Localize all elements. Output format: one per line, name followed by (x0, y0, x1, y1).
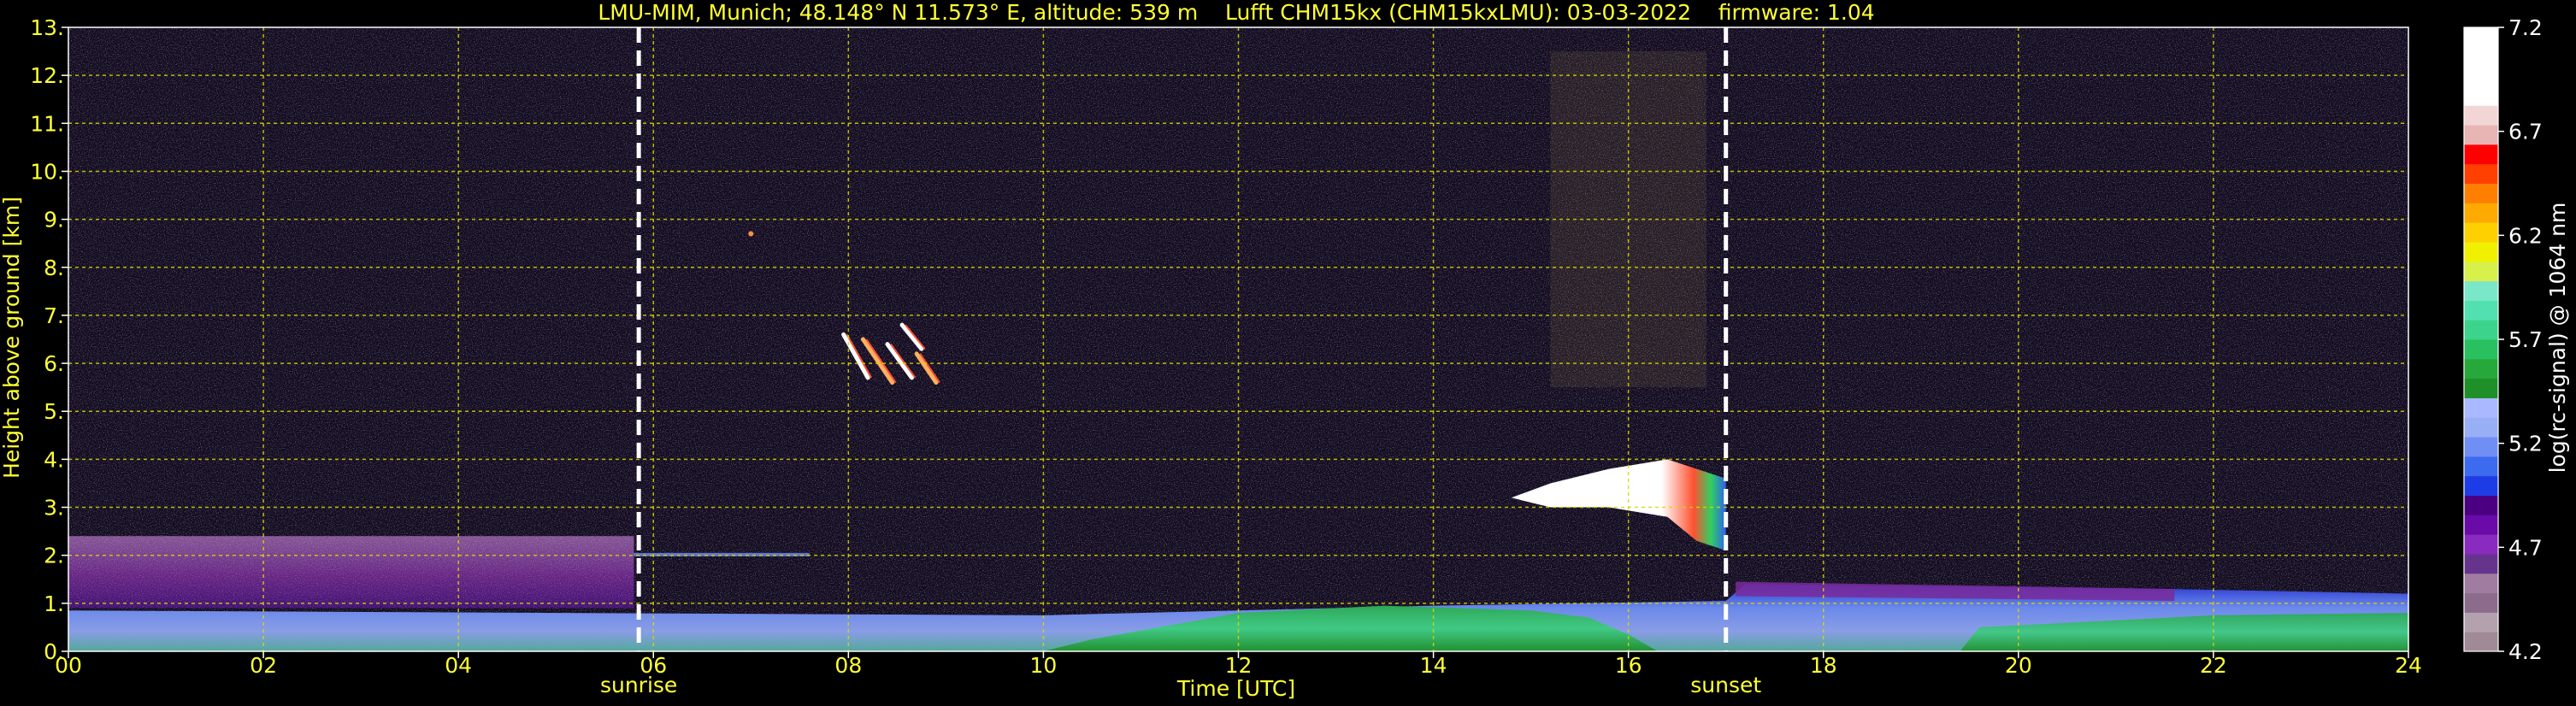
colorbar-segment (2464, 417, 2498, 438)
colorbar-segment (2464, 378, 2498, 398)
x-tick-label: 08 (834, 653, 862, 678)
colorbar-tick-label: 6.2 (2508, 223, 2543, 248)
colorbar-segment (2464, 46, 2498, 68)
colorbar-segment (2464, 573, 2498, 594)
x-tick-label: 06 (640, 653, 667, 678)
colorbar-segment (2464, 85, 2498, 106)
x-axis-label: Time [UTC] (1176, 676, 1295, 701)
colorbar-segment (2464, 27, 2498, 48)
colorbar-segment (2464, 280, 2498, 301)
y-tick-label: 7. (44, 303, 64, 328)
y-tick-label: 0. (44, 639, 64, 664)
colorbar-tick-label: 6.7 (2508, 120, 2543, 144)
colorbar-segment (2464, 222, 2498, 243)
x-tick-label: 24 (2395, 653, 2422, 678)
y-axis-label: Height above ground [km] (0, 197, 24, 479)
colorbar-segment (2464, 241, 2498, 262)
x-tick-label: 16 (1615, 653, 1642, 678)
y-tick-label: 12. (30, 63, 64, 88)
colorbar-tick-label: 5.7 (2508, 327, 2543, 352)
colorbar-segment (2464, 592, 2498, 613)
colorbar-segment (2464, 183, 2498, 203)
x-tick-label: 10 (1030, 653, 1058, 678)
colorbar-segment (2464, 125, 2498, 145)
colorbar-tick-label: 7.2 (2508, 15, 2543, 40)
y-tick-label: 5. (44, 399, 64, 424)
colorbar-segment (2464, 203, 2498, 223)
colorbar-segment (2464, 397, 2498, 418)
y-tick-label: 1. (44, 591, 64, 616)
y-tick-label: 9. (44, 208, 64, 232)
y-tick-label: 3. (44, 496, 64, 521)
colorbar-segment (2464, 456, 2498, 477)
colorbar-segment (2464, 534, 2498, 555)
y-tick-label: 6. (44, 351, 64, 376)
lidar-chart: sunrise sunset 00 02 04 06 08 10 12 14 16 18 20 22 24… (0, 0, 2570, 701)
x-tick-label: 12 (1225, 653, 1253, 678)
y-tick-label: 13. (30, 15, 64, 40)
colorbar-segment (2464, 632, 2498, 652)
colorbar-segment (2464, 515, 2498, 535)
colorbar-tick-label: 5.2 (2508, 432, 2543, 456)
colorbar-tick-label: 4.2 (2508, 639, 2543, 664)
x-tick-label: 22 (2200, 653, 2227, 678)
y-tick-label: 8. (44, 256, 64, 280)
chart-title: LMU-MIM, Munich; 48.148° N 11.573° E, al… (598, 0, 1874, 25)
colorbar-segment (2464, 437, 2498, 457)
y-tick-label: 4. (44, 447, 64, 472)
colorbar-segment (2464, 163, 2498, 184)
x-tick-label: 20 (2005, 653, 2032, 678)
colorbar-segment (2464, 105, 2498, 126)
colorbar-segment (2464, 320, 2498, 340)
colorbar-tick-label: 4.7 (2508, 535, 2543, 560)
sunset-label: sunset (1690, 673, 1761, 697)
x-tick-label: 14 (1420, 653, 1447, 678)
colorbar-label: log(rc-signal) @ 1064 nm (2545, 203, 2570, 474)
colorbar-segment (2464, 612, 2498, 632)
colorbar: 4.2 4.7 5.2 5.7 6.2 6.7 7.2 (2463, 15, 2543, 664)
colorbar-segment (2464, 475, 2498, 496)
y-tick-label: 10. (30, 159, 64, 184)
colorbar-segment (2464, 144, 2498, 165)
colorbar-segment (2464, 495, 2498, 515)
aerosol-layer-texture (68, 536, 634, 609)
x-tick-label: 18 (1810, 653, 1837, 678)
y-tick-label: 11. (30, 111, 64, 136)
y-tick-label: 2. (44, 544, 64, 568)
colorbar-segment (2464, 339, 2498, 360)
colorbar-segment (2464, 261, 2498, 282)
colorbar-segment (2464, 553, 2498, 574)
colorbar-segment (2464, 300, 2498, 321)
aerosol-speck (748, 231, 754, 237)
x-tick-label: 02 (250, 653, 277, 678)
colorbar-segment (2464, 358, 2498, 379)
colorbar-segment (2464, 66, 2498, 86)
x-tick-label: 04 (445, 653, 472, 678)
